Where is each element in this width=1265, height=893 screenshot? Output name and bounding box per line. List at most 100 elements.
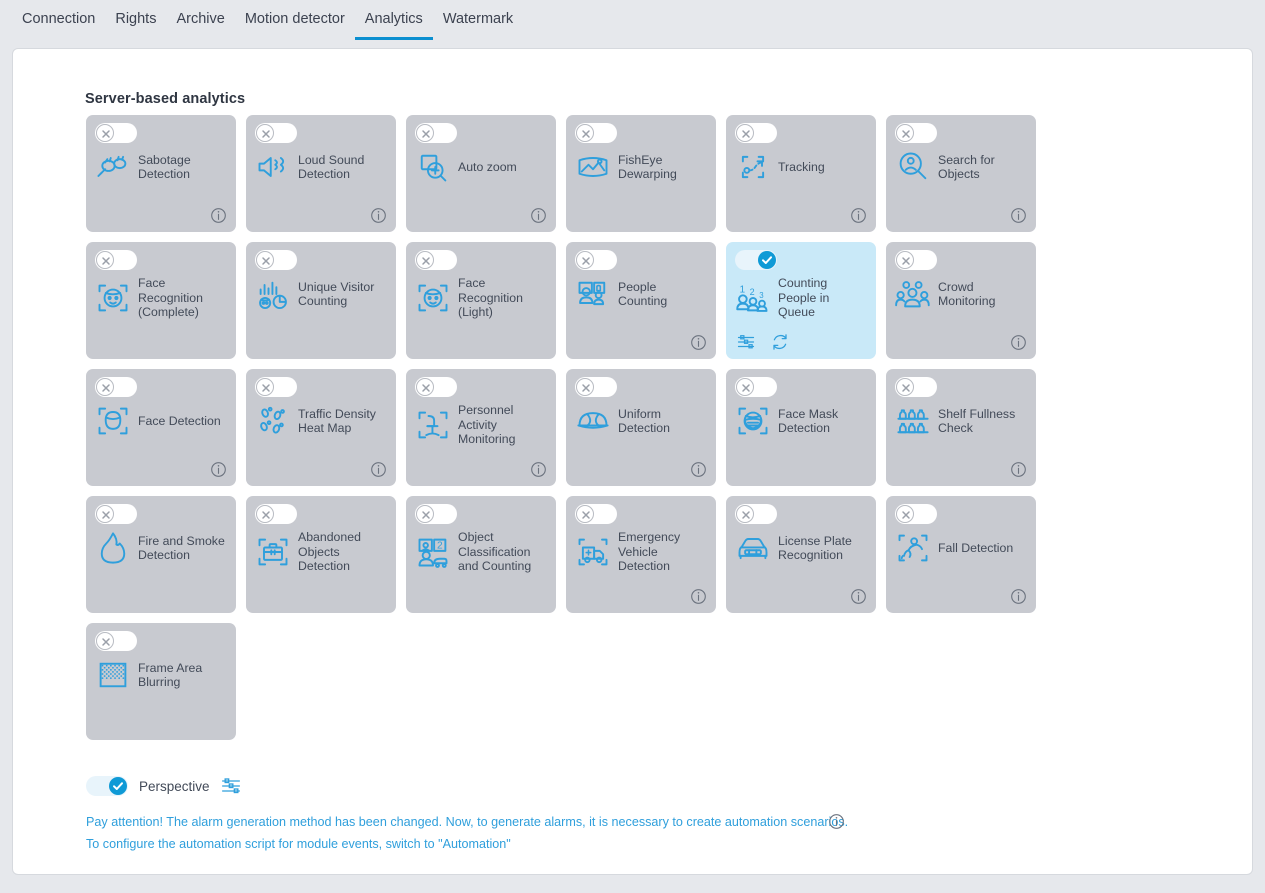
tab-connection[interactable]: Connection [12,10,105,40]
module-toggle[interactable] [415,250,457,270]
module-toggle[interactable] [575,250,617,270]
analytics-card[interactable]: Face Mask Detection [726,369,876,486]
module-toggle[interactable] [895,123,937,143]
info-icon[interactable] [1010,588,1027,605]
close-icon [256,378,274,396]
tab-analytics[interactable]: Analytics [354,10,433,40]
module-toggle[interactable] [575,504,617,524]
module-toggle[interactable] [255,250,297,270]
module-toggle[interactable] [95,250,137,270]
close-icon [256,505,274,523]
analytics-card[interactable]: FishEye Dewarping [566,115,716,232]
module-toggle[interactable] [415,123,457,143]
module-toggle[interactable] [575,377,617,397]
module-toggle[interactable] [95,123,137,143]
info-icon[interactable] [1010,207,1027,224]
info-icon[interactable] [210,207,227,224]
module-toggle[interactable] [575,123,617,143]
card-body: Face Mask Detection [735,403,868,439]
card-label: Fall Detection [938,540,1014,555]
module-toggle[interactable] [255,377,297,397]
tab-rights[interactable]: Rights [105,10,166,40]
card-label: Tracking [778,159,825,174]
info-icon[interactable] [370,207,387,224]
info-icon[interactable] [690,588,707,605]
heat-map-icon [255,403,291,439]
module-toggle[interactable] [415,504,457,524]
module-toggle[interactable] [895,377,937,397]
module-toggle[interactable] [95,377,137,397]
analytics-card[interactable]: Auto zoom [406,115,556,232]
module-toggle[interactable] [735,504,777,524]
module-toggle[interactable] [735,250,777,270]
auto-zoom-icon [415,149,451,185]
module-toggle[interactable] [95,631,137,651]
module-toggle[interactable] [895,250,937,270]
module-toggle[interactable] [255,504,297,524]
module-toggle[interactable] [415,377,457,397]
analytics-card[interactable]: Personnel Activity Monitoring [406,369,556,486]
tab-archive[interactable]: Archive [166,10,234,40]
notice-line-2[interactable]: To configure the automation script for m… [86,833,886,855]
analytics-card[interactable]: Fall Detection [886,496,1036,613]
refresh-icon[interactable] [771,333,789,351]
analytics-card[interactable]: 1 2 3 Counting People in Queue [726,242,876,359]
analytics-card[interactable]: People Counting [566,242,716,359]
analytics-card[interactable]: Abandoned Objects Detection [246,496,396,613]
card-body: Crowd Monitoring [895,276,1028,312]
analytics-card[interactable]: 2 Object Classification and Counting [406,496,556,613]
analytics-card[interactable]: Face Recognition (Complete) [86,242,236,359]
analytics-card[interactable]: Frame Area Blurring [86,623,236,740]
info-icon[interactable] [530,461,547,478]
close-icon [96,505,114,523]
settings-icon[interactable] [737,333,755,351]
info-icon[interactable] [210,461,227,478]
module-toggle[interactable] [255,123,297,143]
card-body: Face Detection [95,403,228,439]
info-icon[interactable] [690,461,707,478]
tab-watermark[interactable]: Watermark [433,10,523,40]
analytics-card[interactable]: License Plate Recognition [726,496,876,613]
analytics-card[interactable]: Loud Sound Detection [246,115,396,232]
analytics-card[interactable]: Fire and Smoke Detection [86,496,236,613]
module-toggle[interactable] [95,504,137,524]
uniform-icon [575,403,611,439]
analytics-card[interactable]: Crowd Monitoring [886,242,1036,359]
analytics-card[interactable]: Face Detection [86,369,236,486]
analytics-card[interactable]: Search for Objects [886,115,1036,232]
analytics-card[interactable]: Sabotage Detection [86,115,236,232]
info-icon[interactable] [530,207,547,224]
analytics-card[interactable]: Unique Visitor Counting [246,242,396,359]
perspective-toggle[interactable] [86,776,128,796]
module-toggle[interactable] [735,377,777,397]
settings-icon[interactable] [221,776,241,796]
close-icon [96,632,114,650]
card-label: Personnel Activity Monitoring [458,403,516,446]
module-toggle[interactable] [895,504,937,524]
analytics-card[interactable]: Traffic Density Heat Map [246,369,396,486]
info-icon[interactable] [690,334,707,351]
sabotage-icon [95,149,131,185]
card-label: Frame Area Blurring [138,660,203,690]
svg-text:2: 2 [750,287,755,297]
close-icon [896,378,914,396]
info-icon[interactable] [850,588,867,605]
close-icon [416,124,434,142]
analytics-card[interactable]: Face Recognition (Light) [406,242,556,359]
info-icon[interactable] [1010,461,1027,478]
close-icon [896,124,914,142]
analytics-card[interactable]: Emergency Vehicle Detection [566,496,716,613]
info-icon[interactable] [850,207,867,224]
info-icon[interactable] [1010,334,1027,351]
license-plate-icon [735,530,771,566]
analytics-card[interactable]: Uniform Detection [566,369,716,486]
analytics-card[interactable]: Tracking [726,115,876,232]
tab-motion-detector[interactable]: Motion detector [235,10,355,40]
analytics-card[interactable]: Shelf Fullness Check [886,369,1036,486]
card-body: Frame Area Blurring [95,657,228,693]
info-icon[interactable] [828,813,845,830]
card-body: 1 2 3 Counting People in Queue [735,276,868,320]
info-icon[interactable] [370,461,387,478]
fall-detection-icon [895,530,931,566]
module-toggle[interactable] [735,123,777,143]
